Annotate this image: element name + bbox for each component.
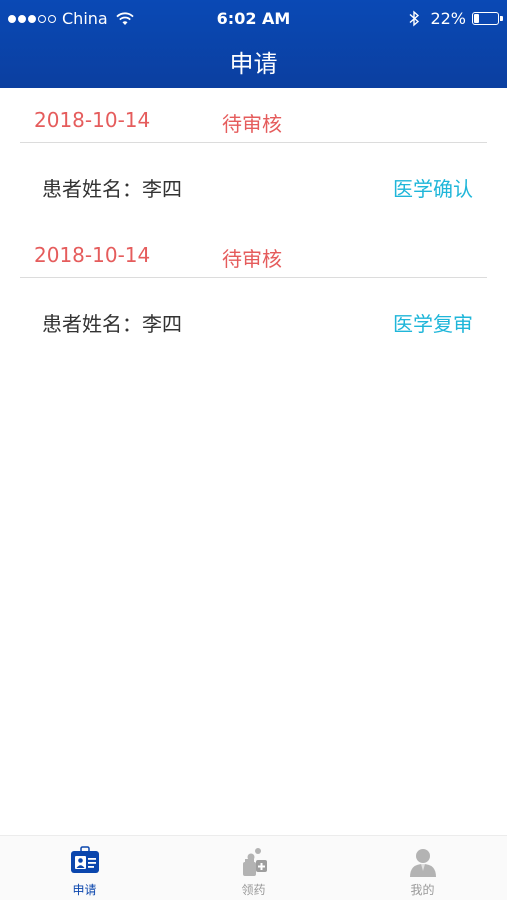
tab-label: 我的 [410,883,435,897]
tab-label: 领药 [241,883,266,897]
list-item: 2018-10-14 待审核 患者姓名：李四 医学确认 [0,88,507,223]
tab-medicine[interactable]: 领药 [169,836,338,900]
tab-bar: 申请 领药 我的 [0,835,507,900]
status-badge: 待审核 [222,112,282,136]
record-body[interactable]: 患者姓名：李四 医学确认 [0,143,507,223]
patient-name: 患者姓名：李四 [42,177,182,201]
tab-label: 申请 [72,883,97,897]
status-badge: 待审核 [222,247,282,271]
record-body[interactable]: 患者姓名：李四 医学复审 [0,278,507,358]
list-item: 2018-10-14 待审核 患者姓名：李四 医学复审 [0,223,507,358]
record-date: 2018-10-14 [34,243,151,267]
record-header: 2018-10-14 待审核 [20,88,487,143]
header: China 6:02 AM 22% 申请 [0,0,507,88]
patient-name: 患者姓名：李四 [42,312,182,336]
status-right: 22% [408,9,503,28]
tab-apply[interactable]: 申请 [0,836,169,900]
medical-confirm-button[interactable]: 医学确认 [393,173,473,202]
user-icon [409,849,436,877]
record-header: 2018-10-14 待审核 [20,223,487,278]
id-card-icon [70,846,99,873]
app-screen: China 6:02 AM 22% 申请 2018-10-14 待审核 患者姓名… [0,0,507,900]
medicine-icon [242,848,267,876]
page-title: 申请 [229,50,278,78]
status-bar: China 6:02 AM 22% [0,0,507,36]
battery-percent: 22% [430,9,466,28]
tab-profile[interactable]: 我的 [338,836,507,900]
record-date: 2018-10-14 [34,108,151,132]
bluetooth-icon [409,10,420,27]
medical-review-button[interactable]: 医学复审 [393,308,473,337]
battery-icon [472,12,503,25]
